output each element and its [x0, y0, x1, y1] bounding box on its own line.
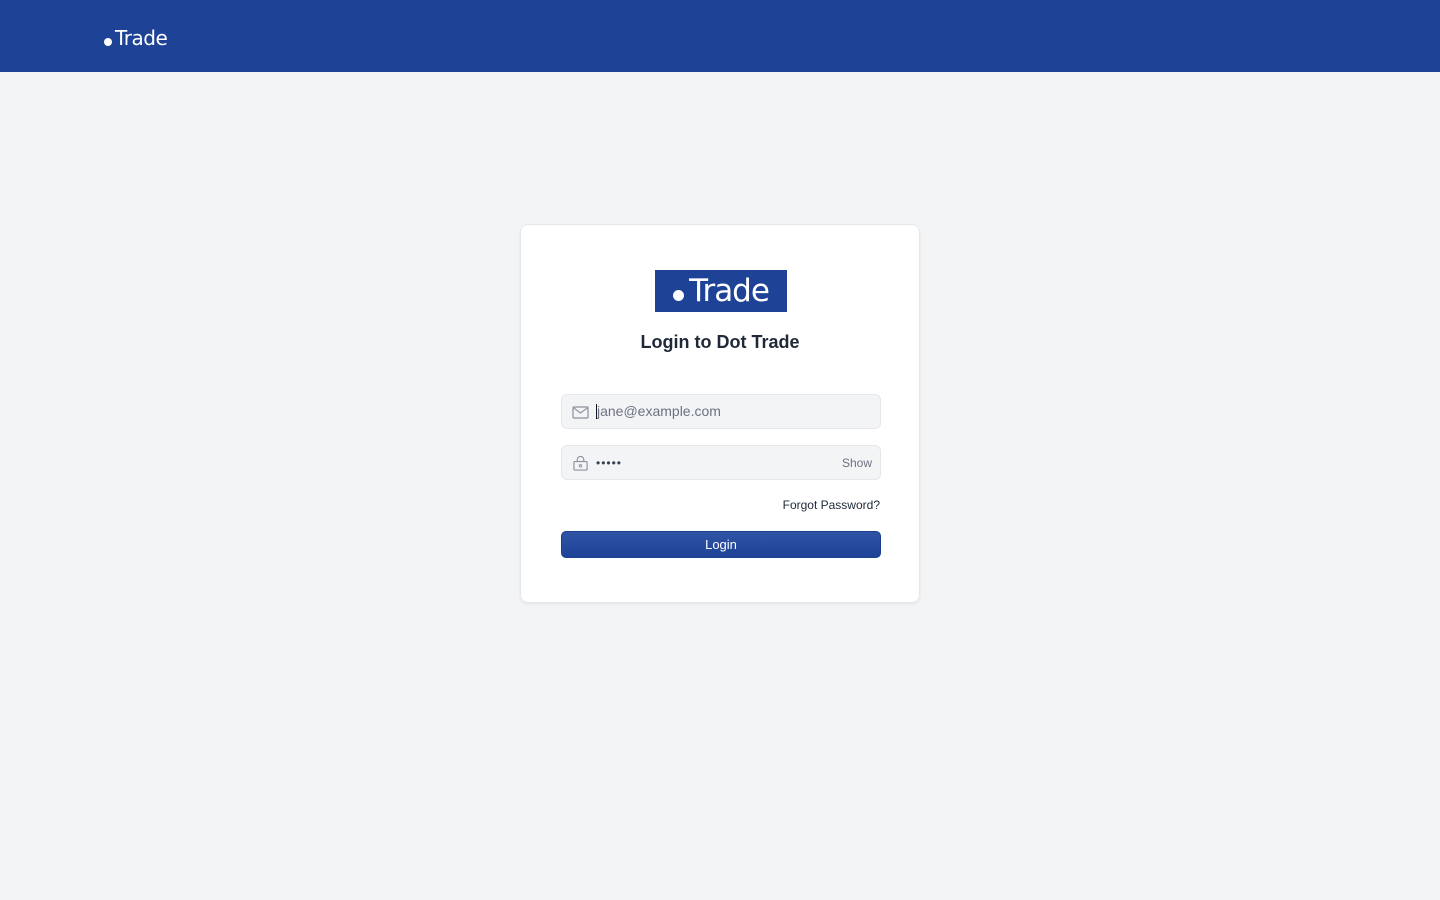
- header-logo-text: Trade: [115, 26, 168, 50]
- card-logo: Trade: [655, 270, 787, 312]
- email-input[interactable]: [596, 404, 871, 419]
- email-field[interactable]: [561, 394, 881, 429]
- login-card: Trade Login to Dot Trade Show Forgot Pas…: [520, 224, 920, 603]
- logo-dot: [673, 290, 685, 301]
- header-logo[interactable]: Trade: [104, 25, 168, 50]
- password-input[interactable]: [596, 446, 826, 479]
- password-field[interactable]: Show: [561, 445, 881, 480]
- envelope-icon: [572, 404, 589, 420]
- show-password-toggle[interactable]: Show: [842, 456, 872, 470]
- card-logo-text: Trade: [689, 273, 770, 309]
- lock-icon: [572, 455, 589, 471]
- forgot-password-link[interactable]: Forgot Password?: [783, 498, 880, 512]
- login-button[interactable]: Login: [561, 531, 881, 558]
- login-title: Login to Dot Trade: [640, 332, 800, 352]
- top-navigation-bar: Trade: [0, 0, 1440, 72]
- logo-dot: [104, 38, 112, 46]
